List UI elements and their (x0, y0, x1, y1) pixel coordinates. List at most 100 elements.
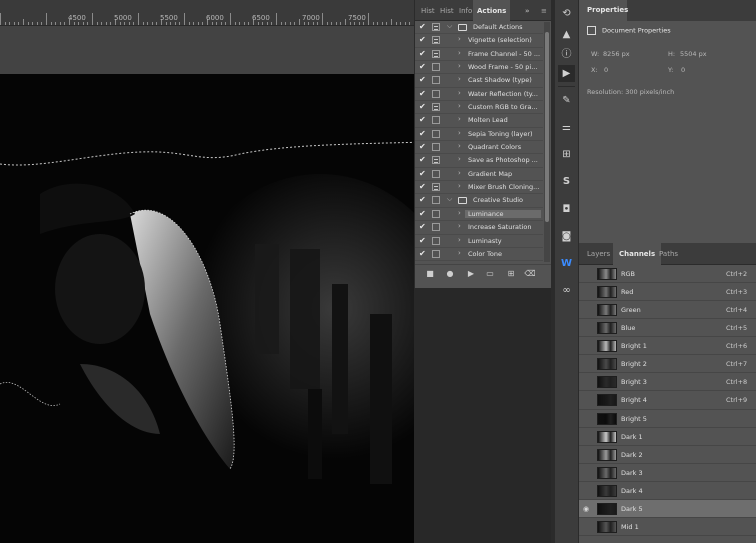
dialog-toggle-icon[interactable] (432, 36, 440, 45)
chevron-right-icon[interactable]: › (458, 182, 461, 190)
visibility-eye-icon[interactable] (583, 432, 593, 442)
toggle-check-icon[interactable]: ✔ (419, 23, 427, 31)
toggle-check-icon[interactable]: ✔ (419, 249, 427, 258)
new-set-icon[interactable]: ▭ (484, 268, 496, 280)
dialog-toggle-icon[interactable] (432, 209, 440, 218)
chevron-right-icon[interactable]: › (458, 62, 461, 70)
dialog-toggle-icon[interactable] (432, 223, 440, 232)
tab-history[interactable]: Hist (421, 0, 435, 21)
chevron-right-icon[interactable]: › (458, 102, 461, 110)
chevron-right-icon[interactable]: › (458, 155, 461, 163)
action-row[interactable]: ✔ › Luminasty (415, 235, 543, 248)
history-icon[interactable]: ⟲ (558, 5, 575, 22)
visibility-eye-icon[interactable] (583, 522, 593, 532)
chevron-right-icon[interactable]: › (458, 115, 461, 123)
histogram-icon[interactable]: ▲ (558, 26, 575, 43)
panel-menu-icon[interactable]: ≡ (541, 0, 547, 21)
dialog-toggle-icon[interactable] (432, 116, 440, 125)
action-set-row[interactable]: ✔ ⌵ Creative Studio (415, 194, 543, 208)
action-set-row[interactable]: ✔ ⌵ Default Actions (415, 21, 543, 35)
actions-scrollbar[interactable] (544, 22, 550, 262)
channel-row[interactable]: Bright 1 Ctrl+6 (579, 337, 756, 356)
visibility-eye-icon[interactable] (583, 395, 593, 405)
chevron-down-icon[interactable]: ⌵ (447, 22, 452, 31)
chevron-right-icon[interactable]: › (458, 249, 461, 257)
action-row[interactable]: ✔ › Color Tone (415, 248, 543, 262)
chevron-down-icon[interactable]: ⌵ (447, 195, 452, 204)
visibility-eye-icon[interactable] (583, 269, 593, 279)
channel-row[interactable]: ◉ Dark 5 (579, 499, 756, 518)
action-row[interactable]: ✔ › Increase Saturation (415, 221, 543, 235)
visibility-eye-icon[interactable] (583, 287, 593, 297)
toggle-check-icon[interactable]: ✔ (419, 169, 427, 178)
dialog-toggle-icon[interactable] (432, 156, 440, 165)
channel-row[interactable]: Bright 3 Ctrl+8 (579, 373, 756, 392)
visibility-eye-icon[interactable] (583, 414, 593, 424)
camera-icon[interactable]: ◘ (558, 201, 575, 218)
action-row[interactable]: ✔ › Gradient Map (415, 168, 543, 182)
toggle-check-icon[interactable]: ✔ (419, 76, 427, 84)
tab-layers[interactable]: Layers (587, 243, 610, 265)
collapse-panel-icon[interactable]: » (525, 0, 530, 21)
toggle-check-icon[interactable]: ✔ (419, 156, 427, 164)
chevron-right-icon[interactable]: › (458, 222, 461, 230)
stop-icon[interactable]: ■ (424, 268, 436, 280)
toggle-check-icon[interactable]: ✔ (419, 89, 427, 98)
chevron-right-icon[interactable]: › (458, 35, 461, 43)
action-row[interactable]: ✔ › Cast Shadow (type) (415, 74, 543, 88)
action-row[interactable]: ✔ › Sepia Toning (layer) (415, 128, 543, 142)
action-row[interactable]: ✔ › Water Reflection (ty... (415, 88, 543, 102)
toggle-check-icon[interactable]: ✔ (419, 49, 427, 58)
w-icon[interactable]: W (558, 255, 575, 272)
chevron-right-icon[interactable]: › (458, 236, 461, 244)
brush-icon[interactable]: ✎ (558, 92, 575, 109)
new-action-icon[interactable]: ⊞ (505, 268, 517, 280)
loop-icon[interactable]: ∞ (558, 282, 575, 299)
visibility-eye-icon[interactable] (583, 450, 593, 460)
chevron-right-icon[interactable]: › (458, 209, 461, 217)
actions-play-icon[interactable]: ▶ (558, 65, 575, 82)
tab-info[interactable]: Info (459, 0, 472, 21)
channel-row[interactable]: Red Ctrl+3 (579, 283, 756, 302)
instagram-icon[interactable]: ◙ (558, 228, 575, 245)
visibility-eye-icon[interactable] (583, 341, 593, 351)
channel-row[interactable]: Dark 3 (579, 464, 756, 482)
chevron-right-icon[interactable]: › (458, 75, 461, 83)
tab-properties[interactable]: Properties (579, 0, 628, 21)
action-row[interactable]: ✔ › Wood Frame - 50 pi... (415, 61, 543, 75)
channel-row[interactable]: Bright 2 Ctrl+7 (579, 355, 756, 374)
action-row[interactable]: ✔ › Custom RGB to Gra... (415, 101, 543, 115)
visibility-eye-icon[interactable] (583, 305, 593, 315)
toggle-check-icon[interactable]: ✔ (419, 209, 427, 218)
canvas-area[interactable] (0, 26, 414, 543)
play-icon[interactable]: ▶ (465, 268, 477, 280)
channel-row[interactable]: Blue Ctrl+5 (579, 319, 756, 338)
chevron-right-icon[interactable]: › (458, 129, 461, 137)
y-value[interactable]: 0 (681, 66, 685, 74)
channel-row[interactable]: Dark 2 (579, 446, 756, 464)
chevron-right-icon[interactable]: › (458, 89, 461, 97)
x-value[interactable]: 0 (604, 66, 608, 74)
chevron-right-icon[interactable]: › (458, 169, 461, 177)
dialog-toggle-icon[interactable] (432, 249, 440, 258)
width-value[interactable]: 8256 px (603, 50, 630, 58)
toggle-check-icon[interactable]: ✔ (419, 129, 427, 138)
dialog-toggle-icon[interactable] (432, 143, 440, 152)
action-row[interactable]: ✔ › Frame Channel - 50 ... (415, 48, 543, 62)
channel-row[interactable]: Dark 4 (579, 482, 756, 500)
visibility-eye-icon[interactable] (583, 359, 593, 369)
dialog-toggle-icon[interactable] (432, 169, 440, 178)
delete-icon[interactable]: ⌫ (524, 268, 536, 280)
action-row[interactable]: ✔ › Vignette (selection) (415, 34, 543, 48)
visibility-eye-icon[interactable]: ◉ (583, 504, 593, 514)
channel-row[interactable]: Dark 1 (579, 428, 756, 446)
toggle-check-icon[interactable]: ✔ (419, 116, 427, 124)
dialog-toggle-icon[interactable] (432, 196, 440, 205)
dialog-toggle-icon[interactable] (432, 76, 440, 85)
dialog-toggle-icon[interactable] (432, 103, 440, 112)
grid-icon[interactable]: ⊞ (558, 146, 575, 163)
toggle-check-icon[interactable]: ✔ (419, 196, 427, 204)
toggle-check-icon[interactable]: ✔ (419, 223, 427, 231)
visibility-eye-icon[interactable] (583, 323, 593, 333)
toggle-check-icon[interactable]: ✔ (419, 236, 427, 245)
